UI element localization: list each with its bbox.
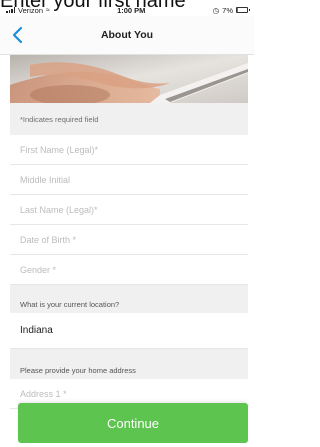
location-value: Indiana	[20, 325, 53, 336]
nav-bar: About You	[0, 16, 254, 55]
date-of-birth-field[interactable]: Date of Birth *	[10, 225, 248, 255]
location-field[interactable]: Indiana	[10, 313, 248, 349]
address-prompt: Please provide your home address	[10, 349, 248, 379]
overlay-caption: Enter your first name	[0, 0, 186, 11]
last-name-field[interactable]: Last Name (Legal)*	[10, 195, 248, 225]
location-question: What is your current location?	[10, 285, 248, 313]
hero-image	[10, 55, 248, 103]
middle-initial-field[interactable]: Middle Initial	[10, 165, 248, 195]
gender-field[interactable]: Gender *	[10, 255, 248, 285]
first-name-field[interactable]: First Name (Legal)*	[10, 135, 248, 165]
page-title: About You	[100, 29, 154, 41]
hero-hands-image	[10, 55, 248, 103]
chevron-left-icon	[12, 26, 23, 44]
required-note: *Indicates required field	[10, 103, 248, 135]
back-button[interactable]	[10, 25, 26, 45]
form-area: *Indicates required field First Name (Le…	[10, 103, 248, 447]
continue-button[interactable]: Continue	[18, 403, 248, 443]
